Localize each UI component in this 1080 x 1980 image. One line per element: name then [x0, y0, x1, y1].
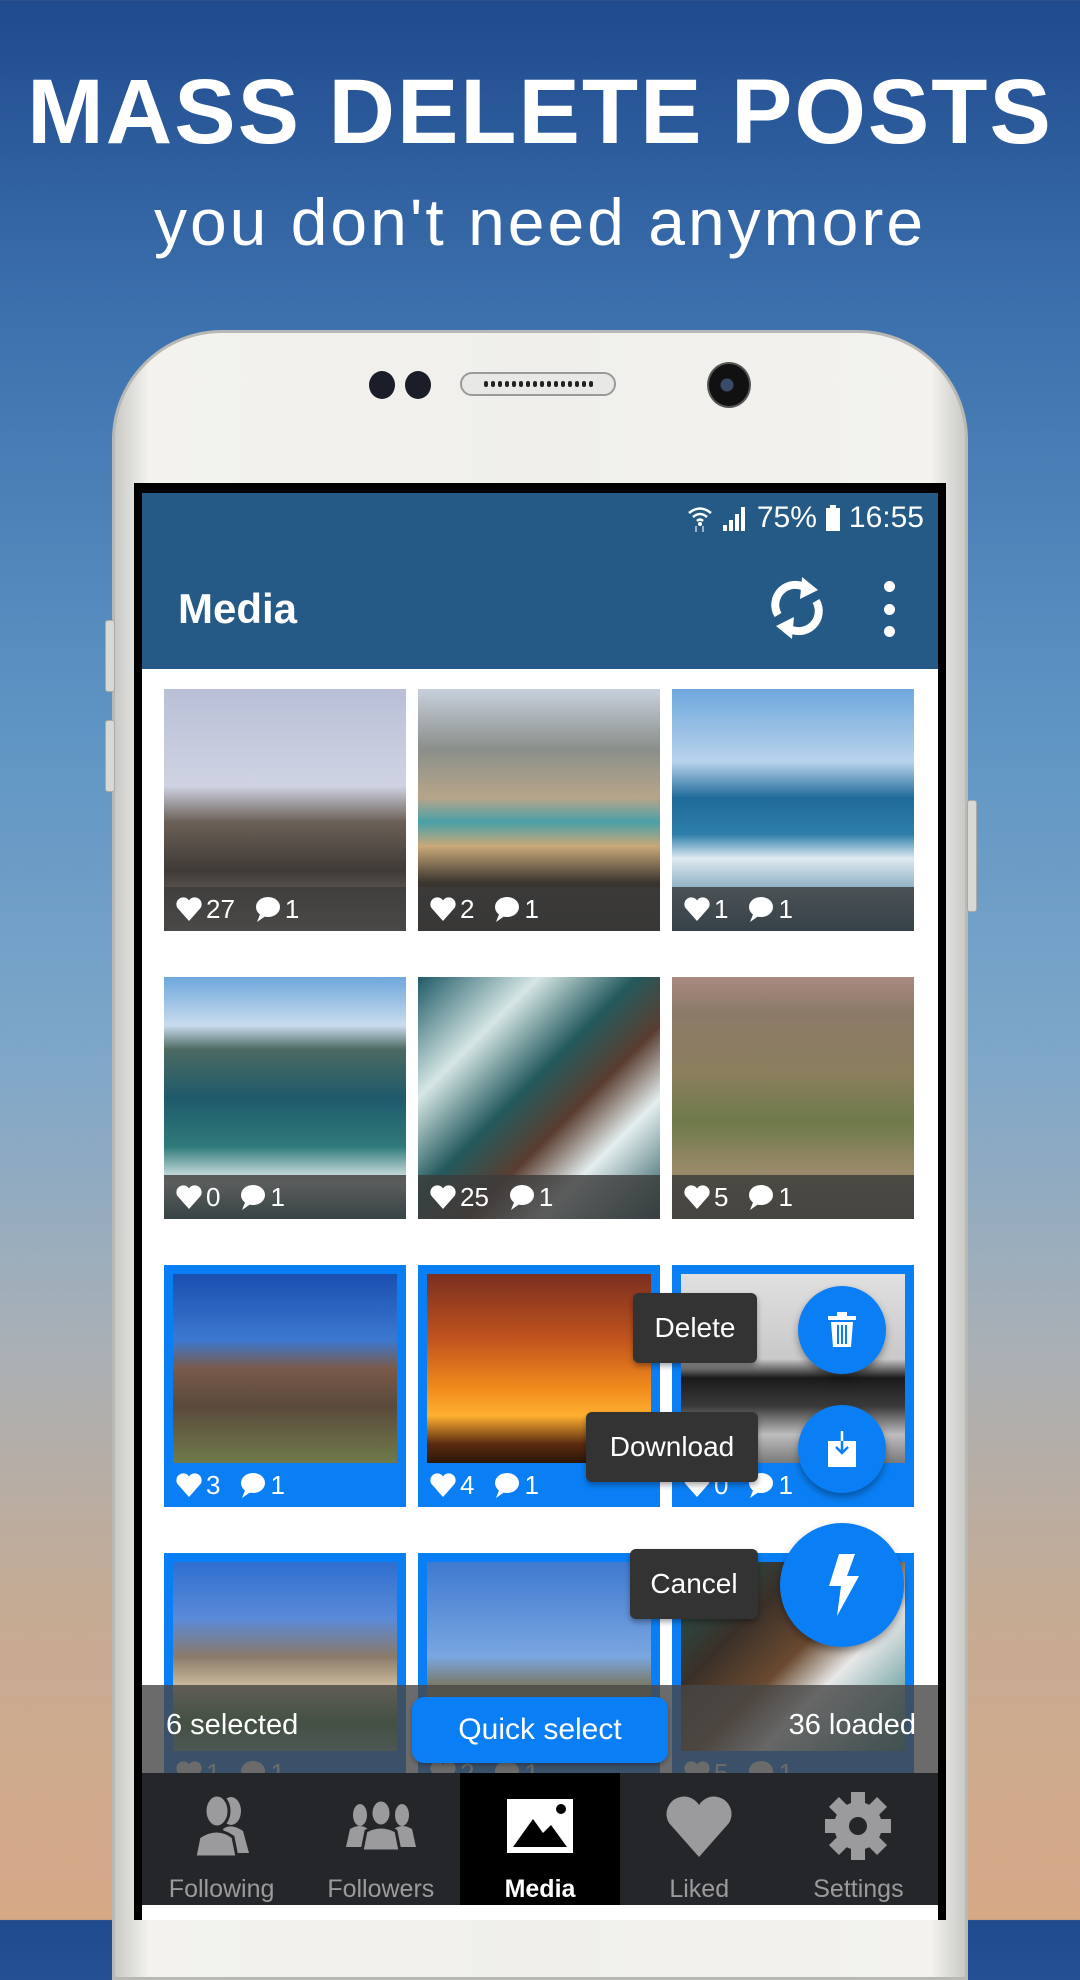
like-icon [430, 897, 456, 921]
selected-count: 6 selected [166, 1709, 299, 1741]
nav-label: Liked [669, 1875, 730, 1903]
refresh-button[interactable] [762, 573, 832, 643]
refresh-icon [771, 577, 823, 639]
nav-item-liked[interactable]: Liked [620, 1773, 779, 1905]
earpiece-speaker-icon [460, 372, 616, 396]
nav-item-following[interactable]: Following [142, 1773, 301, 1905]
comment-icon [749, 1185, 774, 1210]
comment-count: 1 [778, 1181, 793, 1212]
like-count: 25 [460, 1181, 489, 1212]
nav-label: Followers [327, 1875, 435, 1903]
comment-count: 1 [524, 893, 539, 924]
media-stats: 11 [672, 887, 914, 931]
more-vert-icon [883, 581, 895, 592]
phone-side-button [105, 720, 115, 792]
comment-icon [495, 1473, 520, 1498]
like-count: 27 [206, 893, 235, 924]
clock: 16:55 [848, 501, 924, 534]
media-stats: 27 1 [164, 887, 406, 931]
front-camera-icon [707, 362, 751, 408]
like-icon [684, 1185, 710, 1209]
media-tile[interactable]: 21 [418, 689, 660, 931]
like-count: 4 [460, 1469, 475, 1500]
media-tile[interactable]: 51 [672, 977, 914, 1219]
nav-item-settings[interactable]: Settings [779, 1773, 938, 1905]
media-thumbnail [173, 1274, 397, 1463]
nav-item-media[interactable]: Media [460, 1773, 620, 1905]
comment-icon [509, 1185, 534, 1210]
download-icon [828, 1431, 856, 1467]
nav-label: Following [168, 1875, 275, 1903]
status-bar: 75% 16:55 [142, 493, 938, 547]
comment-count: 1 [524, 1469, 539, 1500]
comment-count: 1 [778, 893, 793, 924]
image-icon [507, 1799, 573, 1853]
like-count: 0 [206, 1181, 221, 1212]
media-stats: 31 [164, 1463, 406, 1507]
proximity-sensor-icon [369, 371, 395, 399]
comment-icon [495, 897, 520, 922]
like-icon [684, 897, 710, 921]
media-stats: 25 1 [418, 1175, 660, 1219]
like-icon [430, 1473, 456, 1497]
media-tile[interactable]: 31 [164, 1265, 406, 1507]
following-icon [192, 1793, 249, 1859]
media-tile[interactable]: 25 1 [418, 977, 660, 1219]
promo-subtitle: you don't need anymore [153, 185, 927, 259]
signal-icon [722, 507, 745, 531]
download-tooltip[interactable]: Download [586, 1412, 758, 1482]
download-fab[interactable] [798, 1405, 886, 1493]
like-count: 5 [714, 1181, 729, 1212]
phone-side-button [967, 800, 977, 912]
like-icon [176, 897, 202, 921]
more-options-button[interactable] [878, 581, 900, 637]
comment-icon [241, 1185, 266, 1210]
selection-bar: 6 selected Quick select 36 loaded [142, 1685, 938, 1773]
like-icon [176, 1185, 202, 1209]
quick-select-button[interactable]: Quick select [412, 1697, 668, 1763]
media-tile[interactable]: 01 [164, 977, 406, 1219]
nav-item-followers[interactable]: Followers [301, 1773, 460, 1905]
trash-icon [828, 1312, 856, 1347]
like-count: 3 [206, 1469, 221, 1500]
delete-fab[interactable] [798, 1286, 886, 1374]
heart-icon [666, 1796, 732, 1857]
comment-icon [241, 1473, 266, 1498]
comment-count: 1 [538, 1181, 554, 1212]
quick-action-fab[interactable] [780, 1523, 904, 1647]
media-stats: 21 [418, 887, 660, 931]
lightning-icon [829, 1554, 859, 1616]
media-stats: 51 [672, 1175, 914, 1219]
battery-icon [825, 505, 840, 531]
page-title: Media [178, 585, 298, 632]
media-tile[interactable]: 27 1 [164, 689, 406, 931]
like-count: 1 [714, 893, 729, 924]
comment-count: 1 [284, 893, 300, 924]
promo-title: MASS DELETE POSTS [27, 61, 1053, 163]
comment-count: 1 [778, 1469, 793, 1500]
nav-label: Media [504, 1875, 576, 1903]
bottom-nav: Following Followers Media Liked Settings [142, 1773, 938, 1905]
app-screen: 75% 16:55 Media 271211101251513141011121… [142, 493, 938, 1920]
nav-label: Settings [813, 1875, 904, 1903]
loaded-count: 36 loaded [788, 1709, 916, 1741]
app-bar: Media [142, 547, 938, 669]
battery-percent: 75% [756, 501, 817, 534]
comment-icon [749, 897, 774, 922]
comment-count: 1 [270, 1469, 285, 1500]
cancel-tooltip[interactable]: Cancel [630, 1549, 758, 1619]
comment-count: 1 [270, 1181, 285, 1212]
media-stats: 01 [164, 1175, 406, 1219]
like-icon [430, 1185, 456, 1209]
delete-tooltip[interactable]: Delete [633, 1293, 757, 1363]
phone-side-button [105, 620, 115, 692]
wifi-icon [688, 507, 712, 532]
media-tile[interactable]: 11 [672, 689, 914, 931]
like-count: 2 [460, 893, 475, 924]
followers-icon [345, 1799, 416, 1853]
like-icon [176, 1473, 202, 1497]
light-sensor-icon [405, 371, 431, 399]
comment-icon [255, 897, 280, 922]
gear-icon [825, 1792, 892, 1860]
